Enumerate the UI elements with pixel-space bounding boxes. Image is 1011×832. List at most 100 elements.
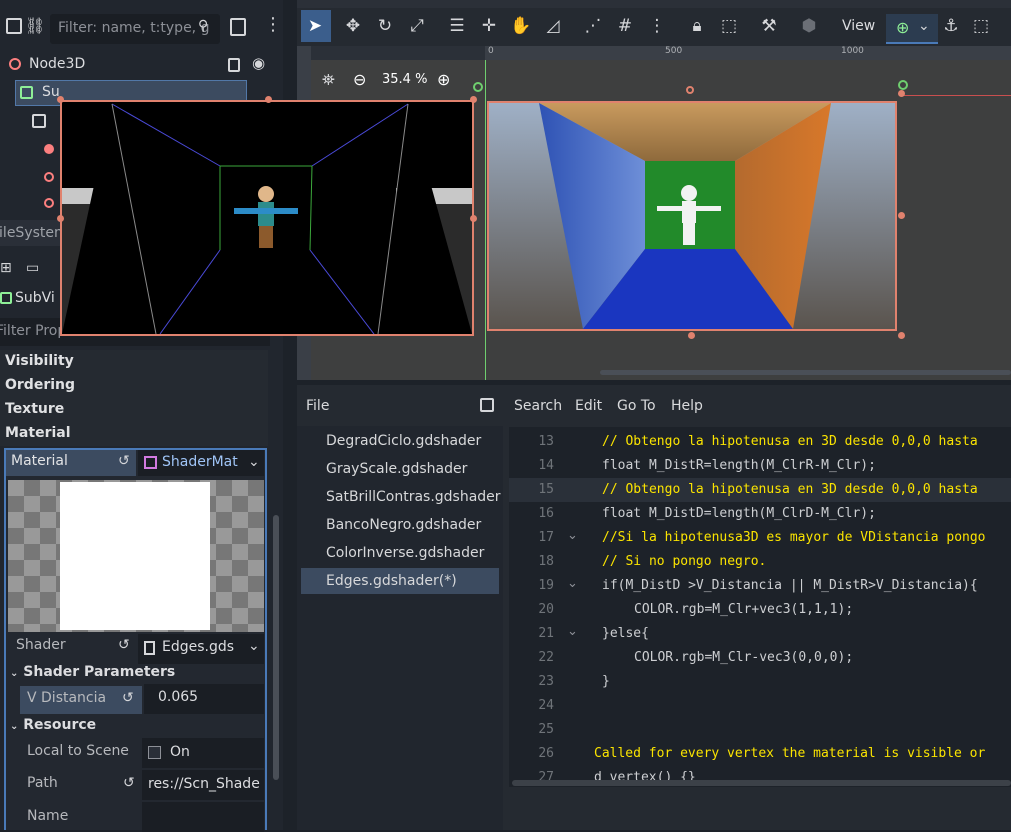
selection-handle[interactable] — [898, 90, 905, 97]
ruler-icon[interactable]: ◿ — [542, 16, 564, 38]
rotate-icon[interactable]: ↻ — [374, 16, 396, 38]
pan-icon[interactable]: ✋ — [510, 16, 532, 38]
code-line[interactable]: // Si no pongo negro. — [602, 554, 766, 569]
menu-file[interactable]: File — [306, 398, 329, 414]
selection-handle[interactable] — [57, 96, 64, 103]
menu-help[interactable]: Help — [671, 398, 703, 414]
fold-arrow-icon[interactable]: ⌄ — [567, 576, 578, 591]
camera-override-icon[interactable]: ⬢ — [798, 16, 820, 38]
revert-icon[interactable]: ↺ — [122, 690, 134, 706]
code-line[interactable]: } — [602, 674, 610, 689]
selection-handle[interactable] — [688, 332, 695, 339]
line-number: 26 — [538, 746, 554, 761]
folder-icon[interactable]: ▭ — [26, 260, 39, 276]
path-input[interactable]: res://Scn_Shade — [142, 770, 264, 800]
snap-icon[interactable]: ⋰ — [582, 16, 604, 38]
code-line[interactable]: Called for every vertex the material is … — [594, 746, 985, 761]
selection-handle[interactable] — [470, 96, 477, 103]
pivot-marker[interactable] — [898, 80, 908, 90]
script-file-item[interactable]: BancoNegro.gdshader — [301, 512, 499, 538]
script-file-item[interactable]: SatBrillContras.gdshader — [301, 484, 501, 510]
material-value-picker[interactable]: ShaderMat ⌄ — [138, 450, 264, 476]
ruler-tick-label: 1000 — [841, 46, 864, 56]
move-icon[interactable]: ✥ — [342, 16, 364, 38]
path-revert-icon[interactable]: ↺ — [123, 775, 135, 791]
fold-arrow-icon[interactable]: ⌄ — [567, 528, 578, 543]
viewport-h-scrollbar[interactable] — [600, 370, 1011, 375]
name-input[interactable] — [142, 802, 264, 832]
section-visibility[interactable]: Visibility — [0, 350, 268, 374]
chevron-down-icon[interactable]: ⌄ — [248, 638, 260, 654]
zoom-reset-icon[interactable]: ⛯ — [322, 70, 335, 90]
group-icon[interactable]: ⬚ — [718, 16, 740, 38]
pivot-marker[interactable] — [473, 82, 483, 92]
selection-handle[interactable] — [898, 332, 905, 339]
code-line[interactable]: COLOR.rgb=M_Clr+vec3(1,1,1); — [634, 602, 853, 617]
code-line[interactable]: // Obtengo la hipotenusa en 3D desde 0,0… — [602, 482, 978, 497]
tree-item-node3d[interactable]: Node3D ◉ — [0, 52, 283, 78]
attach-script-icon[interactable] — [230, 18, 246, 36]
local-to-scene-toggle[interactable]: On — [142, 738, 264, 768]
selection-handle[interactable] — [470, 215, 477, 222]
inspector-scrollbar[interactable] — [273, 515, 279, 780]
code-line[interactable]: //Si la hipotenusa3D es mayor de VDistan… — [602, 530, 986, 545]
selection-handle[interactable] — [898, 212, 905, 219]
revert-icon[interactable]: ↺ — [118, 453, 130, 469]
subviewport-preview-color[interactable] — [487, 101, 897, 331]
visibility-eye-icon[interactable]: ◉ — [252, 54, 265, 72]
scene-filter-input[interactable]: Filter: name, t:type, g — [50, 14, 220, 44]
shader-revert-icon[interactable]: ↺ — [118, 637, 130, 653]
add-node-icon[interactable] — [6, 18, 22, 34]
container-icon — [20, 86, 33, 99]
script-file-item[interactable]: Edges.gdshader(*) — [301, 568, 499, 594]
zoom-in-icon[interactable]: ⊕ — [437, 70, 450, 89]
selection-handle[interactable] — [686, 86, 694, 94]
view-menu[interactable]: View — [842, 18, 875, 34]
script-icon[interactable] — [228, 58, 240, 72]
zoom-out-icon[interactable]: ⊖ — [353, 70, 366, 89]
code-line[interactable]: if(M_DistD >V_Distancia || M_DistR>V_Dis… — [602, 578, 978, 593]
toggle-scripts-panel-icon[interactable] — [480, 398, 494, 412]
script-file-item[interactable]: DegradCiclo.gdshader — [301, 428, 499, 454]
anchor-preset-icon[interactable]: ⬚ — [970, 16, 992, 38]
code-line[interactable]: float M_DistD=length(M_ClrD-M_Clr); — [602, 506, 876, 521]
code-h-scrollbar[interactable] — [512, 780, 1011, 786]
script-file-item[interactable]: GrayScale.gdshader — [301, 456, 499, 482]
fold-arrow-icon[interactable]: ⌄ — [567, 624, 578, 639]
section-texture[interactable]: Texture — [0, 398, 268, 422]
subviewport-preview-edges[interactable] — [60, 100, 474, 336]
menu-edit[interactable]: Edit — [575, 398, 602, 414]
scale-icon[interactable]: ⤢ — [406, 16, 428, 38]
menu-search[interactable]: Search — [514, 398, 562, 414]
code-line[interactable]: float M_DistR=length(M_ClrR-M_Clr); — [602, 458, 876, 473]
chevron-down-icon[interactable]: ⌄ — [248, 454, 260, 470]
select-arrow-icon[interactable]: ➤ — [304, 16, 326, 38]
grid-icon[interactable]: # — [614, 16, 636, 38]
pivot-icon[interactable]: ✛ — [478, 16, 500, 38]
section-ordering[interactable]: Ordering — [0, 374, 268, 398]
shader-params-header[interactable]: ⌄ Shader Parameters — [10, 664, 175, 680]
link-icon[interactable]: ⛓ — [25, 16, 45, 35]
selection-handle[interactable] — [265, 96, 272, 103]
new-file-icon[interactable]: ⊞ — [0, 260, 12, 276]
more-icon[interactable]: ⋮ — [646, 16, 668, 38]
menu-goto[interactable]: Go To — [617, 398, 656, 414]
checkbox-icon[interactable] — [148, 746, 161, 759]
menu-dots-icon[interactable]: ⋮ — [264, 14, 282, 35]
tree-item-subviewport[interactable] — [32, 114, 46, 128]
add-node-menu[interactable]: ⊕ ⌄ — [886, 14, 938, 44]
v-distancia-input[interactable]: 0.065 — [144, 684, 264, 714]
lock-icon[interactable]: 🔒︎ — [686, 16, 708, 38]
section-material[interactable]: Material — [0, 422, 268, 446]
shader-picker[interactable]: Edges.gds ⌄ — [138, 634, 264, 664]
resource-header[interactable]: ⌄ Resource — [10, 717, 96, 733]
code-line[interactable]: }else{ — [602, 626, 649, 641]
zoom-level[interactable]: 35.4 % — [382, 72, 427, 87]
selection-handle[interactable] — [57, 215, 64, 222]
bone-icon[interactable]: ⚒ — [758, 16, 780, 38]
list-select-icon[interactable]: ☰ — [446, 16, 468, 38]
script-file-item[interactable]: ColorInverse.gdshader — [301, 540, 499, 566]
code-line[interactable]: COLOR.rgb=M_Clr-vec3(0,0,0); — [634, 650, 853, 665]
code-line[interactable]: // Obtengo la hipotenusa en 3D desde 0,0… — [602, 434, 978, 449]
anchor-icon[interactable]: ⚓ — [940, 16, 962, 38]
